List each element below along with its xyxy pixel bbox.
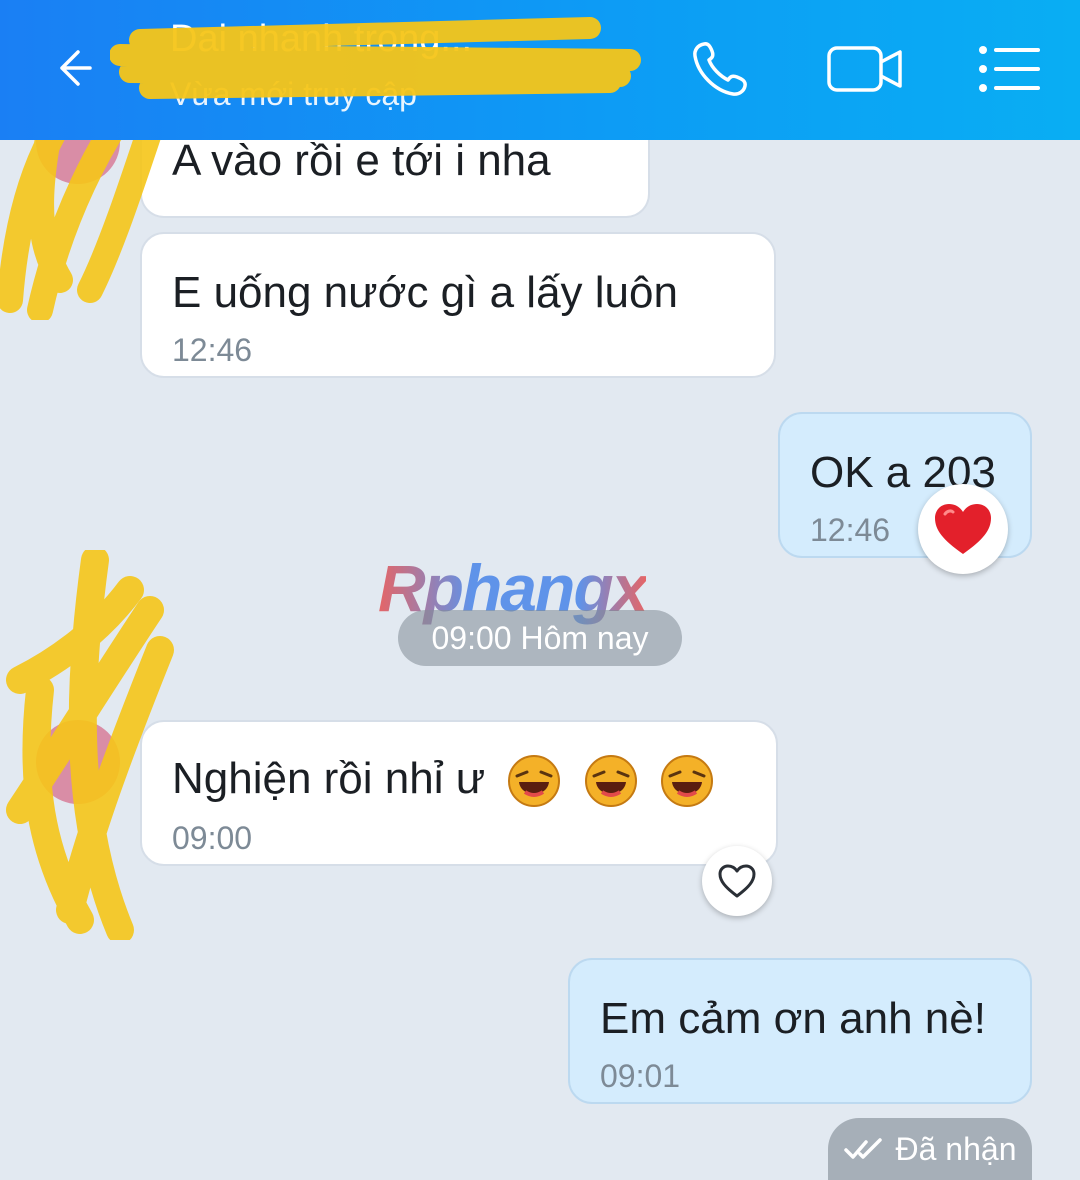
message-text-content: Nghiện rồi nhỉ ư [172, 754, 486, 803]
message-bubble[interactable]: E uống nước gì a lấy luôn 12:46 [140, 232, 776, 378]
laughing-face-icon [660, 755, 713, 808]
message-time: 12:46 [810, 512, 891, 548]
message-bubble[interactable]: Em cảm ơn anh nè! 09:01 [568, 958, 1032, 1104]
video-call-icon[interactable] [826, 38, 904, 100]
delivery-status: Đã nhận [828, 1118, 1032, 1180]
double-check-icon [843, 1138, 882, 1159]
phone-call-icon[interactable] [690, 38, 752, 100]
message-text: Em cảm ơn anh nè! [600, 994, 986, 1043]
message-time: 09:01 [600, 1058, 681, 1094]
back-arrow-icon[interactable] [52, 48, 92, 88]
message-text: Nghiện rồi nhỉ ư [172, 754, 714, 808]
redaction-scribble [110, 17, 641, 99]
message-time: 12:46 [172, 332, 253, 368]
laughing-face-icon [584, 755, 637, 808]
menu-list-icon[interactable] [976, 38, 1042, 100]
delivery-status-label: Đã nhận [895, 1130, 1017, 1167]
red-heart-icon [935, 504, 991, 554]
message-bubble[interactable]: Nghiện rồi nhỉ ư 09:00 [140, 720, 778, 866]
add-reaction-button[interactable] [702, 846, 772, 916]
message-text: E uống nước gì a lấy luôn [172, 268, 678, 317]
redaction-scribble [6, 550, 174, 940]
message-text: A vào rồi e tới i nha [172, 136, 551, 185]
heart-outline-icon [718, 864, 756, 898]
heart-reaction-badge[interactable] [918, 484, 1008, 574]
laughing-face-icon [508, 755, 561, 808]
date-divider: 09:00 Hôm nay [398, 610, 682, 666]
message-time: 09:00 [172, 820, 253, 856]
